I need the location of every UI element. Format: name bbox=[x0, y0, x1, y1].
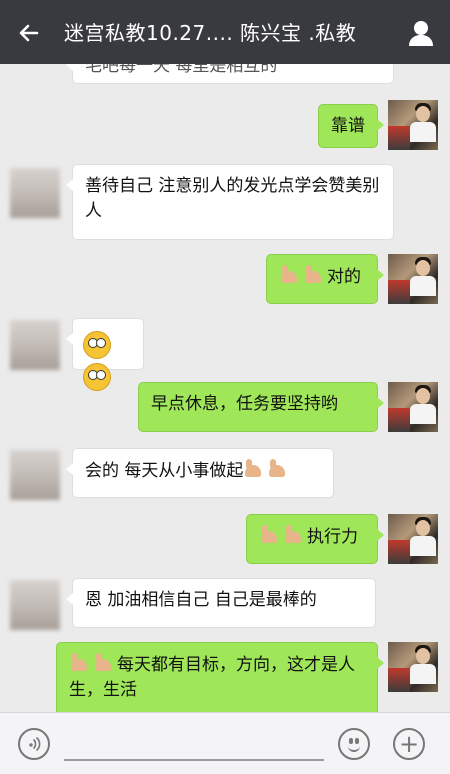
message-bubble[interactable]: 会的 每天从小事做起 bbox=[66, 448, 334, 498]
muscle-emoji-icon bbox=[303, 264, 325, 286]
message-text: 毛吧每一天 每里是相互的 bbox=[85, 64, 278, 76]
chat-title: 迷宫私教10.27.... 陈兴宝 .私教 bbox=[64, 21, 357, 45]
muscle-emoji-icon bbox=[93, 652, 115, 674]
message-text: 早点休息，任务要坚持哟 bbox=[151, 394, 338, 414]
message-row: 会的 每天从小事做起 bbox=[0, 448, 450, 504]
avatar-contact[interactable] bbox=[10, 450, 60, 500]
muscle-emoji-icon bbox=[243, 458, 265, 480]
back-arrow-icon[interactable] bbox=[14, 18, 44, 48]
chat-header: 迷宫私教10.27.... 陈兴宝 .私教 bbox=[0, 0, 450, 64]
message-bubble[interactable]: 每天都有目标，方向，这才是人生，生活 bbox=[56, 642, 384, 712]
chat-area[interactable]: 毛吧每一天 每里是相互的 靠谱 善待自己 注意别人的发光点学会赞美别人 对的 早… bbox=[0, 64, 450, 712]
message-bubble[interactable]: 靠谱 bbox=[318, 104, 384, 148]
surprised-face-emoji-icon bbox=[83, 331, 111, 359]
message-row: 毛吧每一天 每里是相互的 bbox=[0, 64, 450, 84]
message-text: 靠谱 bbox=[331, 116, 365, 136]
avatar-self[interactable] bbox=[388, 514, 438, 564]
message-bubble[interactable] bbox=[66, 318, 144, 391]
emoji-icon[interactable] bbox=[338, 728, 370, 760]
message-row: 对的 bbox=[0, 254, 450, 310]
message-bubble[interactable]: 恩 加油相信自己 自己是最棒的 bbox=[66, 578, 376, 628]
voice-icon[interactable] bbox=[18, 728, 50, 760]
avatar-self[interactable] bbox=[388, 100, 438, 150]
muscle-emoji-icon bbox=[69, 652, 91, 674]
message-row: 善待自己 注意别人的发光点学会赞美别人 bbox=[0, 164, 450, 244]
muscle-emoji-icon bbox=[279, 264, 301, 286]
avatar-contact[interactable] bbox=[10, 168, 60, 218]
message-bubble[interactable]: 对的 bbox=[266, 254, 384, 304]
avatar-self[interactable] bbox=[388, 642, 438, 692]
message-row: 恩 加油相信自己 自己是最棒的 bbox=[0, 578, 450, 634]
message-bubble[interactable]: 执行力 bbox=[246, 514, 384, 564]
plus-icon[interactable]: + bbox=[393, 728, 425, 760]
message-bubble[interactable]: 早点休息，任务要坚持哟 bbox=[138, 382, 384, 432]
message-row: 每天都有目标，方向，这才是人生，生活 bbox=[0, 642, 450, 712]
message-row: 早点休息，任务要坚持哟 bbox=[0, 382, 450, 438]
message-text: 执行力 bbox=[307, 527, 358, 547]
muscle-emoji-icon bbox=[259, 524, 281, 546]
message-text: 善待自己 注意别人的发光点学会赞美别人 bbox=[85, 176, 380, 221]
message-row: 执行力 bbox=[0, 514, 450, 570]
message-text: 对的 bbox=[327, 267, 361, 287]
message-row bbox=[0, 318, 450, 391]
message-input[interactable] bbox=[64, 759, 324, 761]
avatar-contact[interactable] bbox=[10, 320, 60, 370]
muscle-emoji-icon bbox=[267, 458, 289, 480]
message-row: 靠谱 bbox=[0, 98, 450, 154]
input-bar: + bbox=[0, 712, 450, 774]
avatar-self[interactable] bbox=[388, 254, 438, 304]
avatar-contact[interactable] bbox=[10, 580, 60, 630]
message-text: 恩 加油相信自己 自己是最棒的 bbox=[85, 590, 317, 610]
person-icon[interactable] bbox=[406, 18, 436, 48]
avatar-self[interactable] bbox=[388, 382, 438, 432]
message-bubble[interactable]: 善待自己 注意别人的发光点学会赞美别人 bbox=[66, 164, 394, 240]
message-bubble[interactable]: 毛吧每一天 每里是相互的 bbox=[66, 64, 394, 84]
message-text: 会的 每天从小事做起 bbox=[85, 461, 244, 481]
muscle-emoji-icon bbox=[283, 524, 305, 546]
